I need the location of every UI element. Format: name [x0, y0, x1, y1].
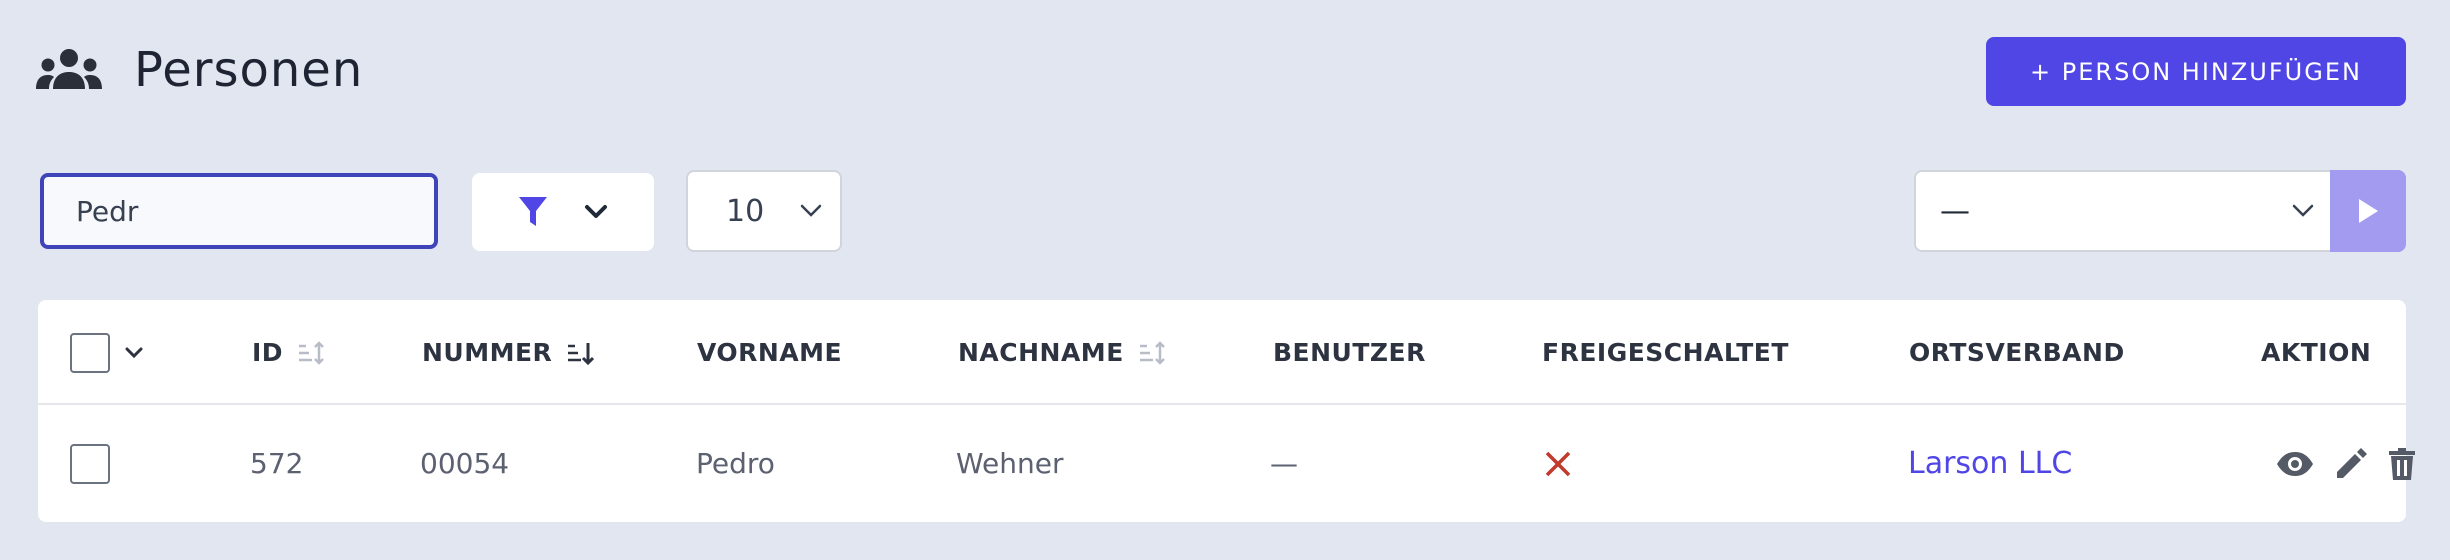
- column-aktion: AKTION: [2261, 338, 2372, 367]
- per-page-value: 10: [726, 193, 765, 229]
- chevron-down-icon: [585, 205, 607, 218]
- persons-table: ID NUMMER VORNAME NACHNAME BENUTZER FREI…: [38, 300, 2415, 522]
- per-page-select[interactable]: 10: [686, 170, 842, 252]
- column-benutzer: BENUTZER: [1273, 338, 1426, 367]
- filter-button[interactable]: [472, 173, 654, 251]
- sort-desc-icon[interactable]: [566, 340, 595, 366]
- column-freigeschaltet: FREIGESCHALTET: [1542, 338, 1789, 367]
- bulk-action-select[interactable]: —: [1914, 170, 2332, 252]
- cell-aktion: [2276, 405, 2416, 522]
- table-header: ID NUMMER VORNAME NACHNAME BENUTZER FREI…: [38, 300, 2406, 405]
- cell-nachname: Wehner: [956, 447, 1064, 480]
- cross-icon: [1545, 451, 1571, 476]
- search-input[interactable]: [76, 191, 425, 231]
- eye-icon[interactable]: [2276, 451, 2314, 477]
- filter-icon: [519, 197, 547, 226]
- chevron-down-icon: [800, 204, 822, 217]
- chevron-down-icon[interactable]: [124, 347, 144, 359]
- cell-benutzer: —: [1270, 447, 1298, 480]
- play-icon: [2359, 199, 2378, 223]
- column-ortsverband: ORTSVERBAND: [1909, 338, 2125, 367]
- people-icon: [36, 49, 102, 89]
- cell-ortsverband: Larson LLC: [1908, 405, 2072, 522]
- column-nachname[interactable]: NACHNAME: [958, 300, 1166, 405]
- cell-nummer: 00054: [420, 447, 510, 480]
- trash-icon[interactable]: [2388, 447, 2416, 481]
- page-title: Personen: [134, 42, 364, 98]
- chevron-down-icon: [2292, 204, 2314, 217]
- column-id[interactable]: ID: [252, 300, 325, 405]
- bulk-action-run-button[interactable]: [2330, 170, 2406, 252]
- ortsverband-link[interactable]: Larson LLC: [1908, 446, 2072, 481]
- search-box[interactable]: [40, 173, 438, 249]
- pencil-icon[interactable]: [2334, 447, 2368, 481]
- table-row: 572 00054 Pedro Wehner — Larson LLC: [38, 405, 2415, 522]
- page-header: Personen: [36, 34, 363, 106]
- row-checkbox[interactable]: [70, 443, 110, 484]
- sort-icon[interactable]: [1138, 340, 1166, 366]
- column-vorname: VORNAME: [697, 338, 843, 367]
- bulk-action-value: —: [1940, 193, 1970, 229]
- cell-freigeschaltet: [1544, 405, 1572, 522]
- row-select-cell: [70, 405, 110, 522]
- select-all-control[interactable]: [70, 300, 144, 405]
- cell-id: 572: [250, 447, 304, 480]
- sort-icon[interactable]: [297, 340, 325, 366]
- select-all-checkbox[interactable]: [70, 332, 110, 373]
- column-nummer[interactable]: NUMMER: [422, 300, 595, 405]
- cell-vorname: Pedro: [696, 447, 775, 480]
- add-person-button[interactable]: + PERSON HINZUFÜGEN: [1986, 37, 2406, 106]
